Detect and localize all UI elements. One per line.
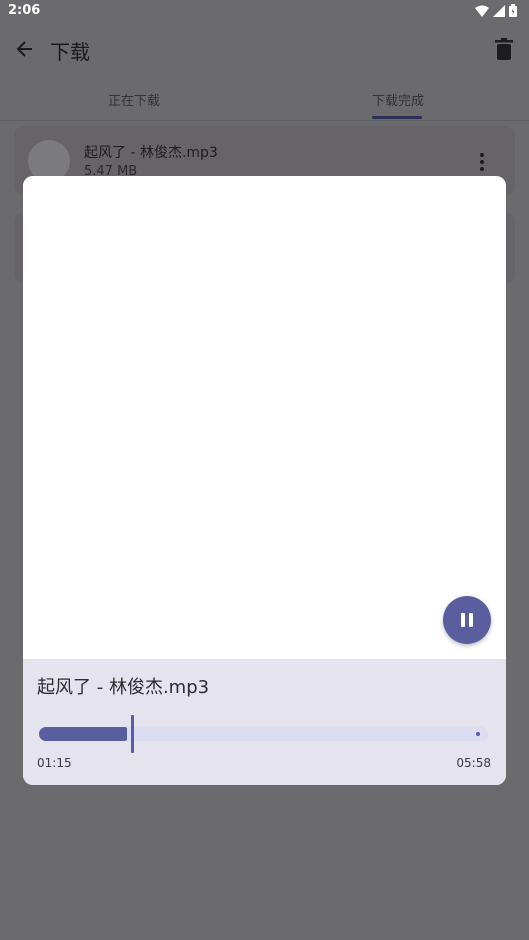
pause-button[interactable]: [443, 596, 491, 644]
current-time: 01:15: [37, 756, 72, 770]
app-bar: 下载: [0, 24, 529, 76]
seek-thumb[interactable]: [131, 715, 134, 753]
seek-end-marker: [476, 732, 480, 736]
tab-bar: 正在下载 下载完成: [0, 76, 529, 121]
battery-icon: [509, 4, 517, 17]
signal-icon: [493, 4, 505, 17]
tab-completed[interactable]: 下载完成: [372, 90, 424, 109]
back-arrow-icon[interactable]: [14, 38, 36, 60]
status-icons: [475, 4, 517, 17]
seek-bar[interactable]: [39, 715, 488, 753]
player-controls: 起风了 - 林俊杰.mp3 01:15 05:58: [23, 659, 506, 785]
player-dialog: 起风了 - 林俊杰.mp3 01:15 05:58: [23, 176, 506, 785]
seek-progress: [39, 727, 127, 741]
total-time: 05:58: [456, 756, 491, 770]
page-title: 下载: [50, 40, 90, 64]
delete-icon[interactable]: [495, 38, 513, 60]
tab-indicator: [372, 116, 422, 119]
wifi-icon: [475, 5, 489, 17]
tab-downloading[interactable]: 正在下载: [108, 90, 160, 109]
status-time: 2:06: [8, 3, 41, 18]
video-area[interactable]: [23, 176, 506, 659]
pause-icon: [461, 613, 473, 627]
track-title: 起风了 - 林俊杰.mp3: [37, 677, 210, 698]
status-bar: 2:06: [0, 0, 529, 24]
more-vert-icon[interactable]: [479, 152, 485, 172]
list-item-title: 起风了 - 林俊杰.mp3: [84, 145, 218, 161]
